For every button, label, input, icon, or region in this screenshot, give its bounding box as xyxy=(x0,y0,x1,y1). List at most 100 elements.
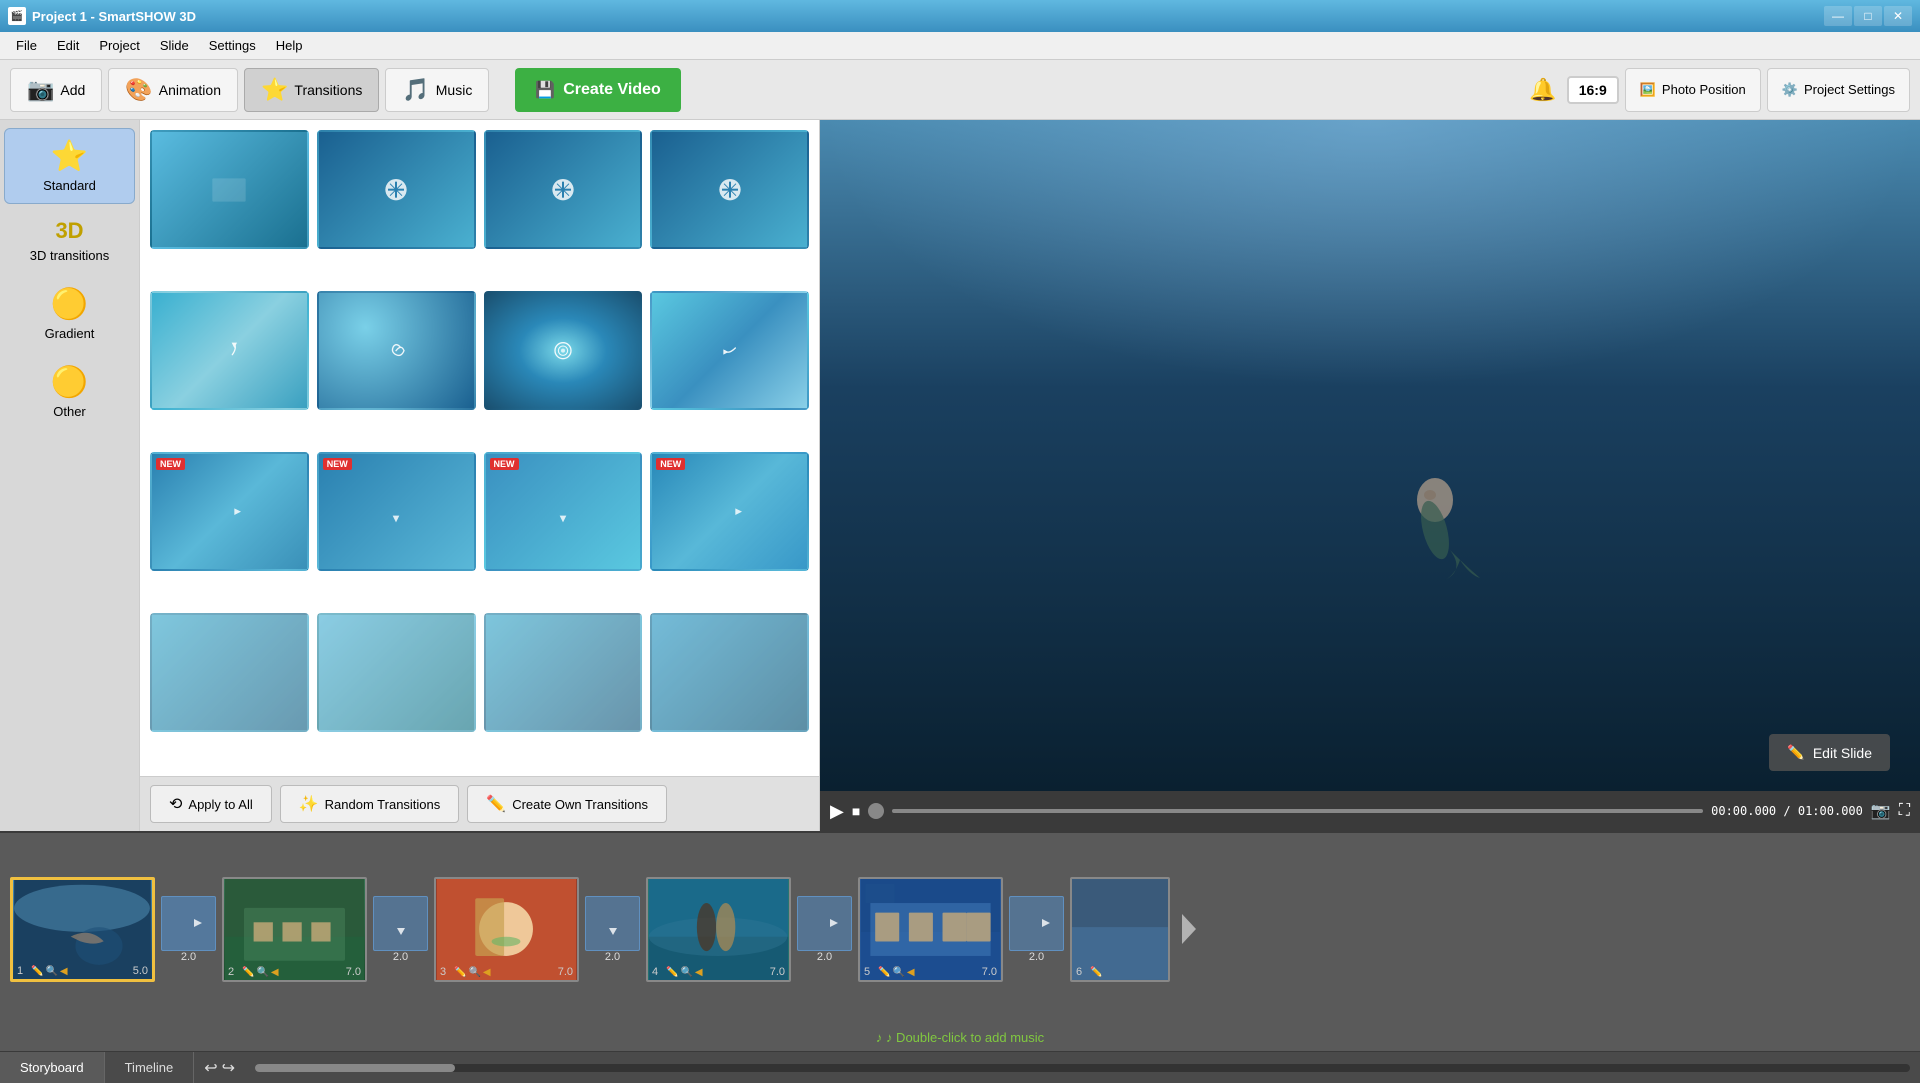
transition-item[interactable] xyxy=(484,291,643,410)
transition-duration: 2.0 xyxy=(817,951,832,963)
slide-thumbnail[interactable]: 4 ✏️ 🔍 ◀ 7.0 xyxy=(646,877,791,982)
edit-slide-button[interactable]: ✏️ Edit Slide xyxy=(1769,734,1890,771)
menu-project[interactable]: Project xyxy=(89,34,149,57)
slide-duration: 5.0 xyxy=(133,965,148,977)
horizontal-scrollbar[interactable] xyxy=(255,1064,1910,1072)
slide-number: 3 xyxy=(440,966,446,978)
close-button[interactable]: ✕ xyxy=(1884,6,1912,26)
notification-bell-icon[interactable]: 🔔 xyxy=(1525,73,1560,107)
slide-icons: ✏️ 🔍 ◀ xyxy=(666,967,703,978)
transition-item[interactable] xyxy=(484,130,643,249)
menu-settings[interactable]: Settings xyxy=(199,34,266,57)
music-label: Music xyxy=(436,82,473,98)
transition-item[interactable]: NEW xyxy=(484,452,643,571)
music-button[interactable]: 🎵 Music xyxy=(385,68,489,112)
new-badge: NEW xyxy=(656,458,685,470)
scroll-thumb[interactable] xyxy=(255,1064,455,1072)
aspect-ratio-button[interactable]: 16:9 xyxy=(1567,76,1619,104)
slide-thumbnail[interactable]: 2 ✏️ 🔍 ◀ 7.0 xyxy=(222,877,367,982)
transition-item[interactable] xyxy=(150,613,309,732)
edit-icon: ✏️ xyxy=(666,967,678,978)
transition-item[interactable] xyxy=(650,130,809,249)
menu-help[interactable]: Help xyxy=(266,34,313,57)
apply-to-all-button[interactable]: ⟲ Apply to All xyxy=(150,785,272,823)
zoom-icon: 🔍 xyxy=(256,967,268,978)
progress-track[interactable] xyxy=(892,809,1703,813)
slide-thumbnail[interactable]: 5 ✏️ 🔍 ◀ 7.0 xyxy=(858,877,1003,982)
play-icon: ◀ xyxy=(483,967,491,978)
fullscreen-button[interactable]: ⛶ xyxy=(1899,802,1910,820)
slide-icons: ✏️ 🔍 ◀ xyxy=(454,967,491,978)
slide-icons: ✏️ xyxy=(1090,967,1102,978)
transition-item[interactable] xyxy=(650,613,809,732)
standard-icon: ⭐ xyxy=(51,139,88,174)
transition-item[interactable]: NEW xyxy=(317,452,476,571)
undo-button[interactable]: ↩ xyxy=(204,1058,217,1078)
zoom-icon: 🔍 xyxy=(45,966,57,977)
slide-item: 4 ✏️ 🔍 ◀ 7.0 xyxy=(646,877,791,982)
transition-item[interactable] xyxy=(150,291,309,410)
left-panel: ⭐ Standard 3D 3D transitions 🟡 Gradient … xyxy=(0,120,820,831)
tab-timeline[interactable]: Timeline xyxy=(105,1052,195,1083)
slide-icons: ✏️ 🔍 ◀ xyxy=(31,966,68,977)
random-transitions-button[interactable]: ✨ Random Transitions xyxy=(280,785,460,823)
category-3d[interactable]: 3D 3D transitions xyxy=(4,208,135,273)
slide-thumbnail[interactable]: 1 ✏️ 🔍 ◀ 5.0 xyxy=(10,877,155,982)
music-note-icon: ♪ xyxy=(876,1030,886,1045)
timeline-label: Timeline xyxy=(125,1060,174,1075)
project-settings-button[interactable]: ⚙️ Project Settings xyxy=(1767,68,1910,112)
stop-button[interactable]: ■ xyxy=(852,803,860,819)
transition-slot[interactable] xyxy=(1009,896,1064,951)
category-other[interactable]: 🟡 Other xyxy=(4,355,135,429)
maximize-button[interactable]: □ xyxy=(1854,6,1882,26)
menu-edit[interactable]: Edit xyxy=(47,34,89,57)
transition-item[interactable] xyxy=(317,613,476,732)
transition-item[interactable] xyxy=(317,130,476,249)
minimize-button[interactable]: — xyxy=(1824,6,1852,26)
transition-duration: 2.0 xyxy=(181,951,196,963)
animation-button[interactable]: 🎨 Animation xyxy=(108,68,238,112)
new-badge: NEW xyxy=(490,458,519,470)
photo-position-button[interactable]: 🖼️ Photo Position xyxy=(1625,68,1761,112)
transition-slot[interactable] xyxy=(161,896,216,951)
create-video-button[interactable]: 💾 Create Video xyxy=(515,68,680,112)
transition-duration: 2.0 xyxy=(393,951,408,963)
screenshot-button[interactable]: 📷 xyxy=(1871,801,1891,821)
scroll-right[interactable] xyxy=(1174,909,1202,949)
transition-item[interactable] xyxy=(317,291,476,410)
transition-item[interactable]: NEW xyxy=(650,452,809,571)
redo-button[interactable]: ↪ xyxy=(222,1058,235,1078)
slide-thumbnail[interactable]: 6 ✏️ xyxy=(1070,877,1170,982)
create-own-transitions-button[interactable]: ✏️ Create Own Transitions xyxy=(467,785,667,823)
transitions-button[interactable]: ⭐ Transitions xyxy=(244,68,379,112)
category-standard[interactable]: ⭐ Standard xyxy=(4,128,135,204)
add-label: Add xyxy=(60,82,85,98)
transition-slot[interactable] xyxy=(373,896,428,951)
transition-slot[interactable] xyxy=(585,896,640,951)
slide-duration: 7.0 xyxy=(770,966,785,978)
tab-storyboard[interactable]: Storyboard xyxy=(0,1052,105,1083)
save-icon: 💾 xyxy=(535,80,555,100)
music-hint[interactable]: ♪ Double-click to add music xyxy=(886,1030,1044,1045)
edit-icon: ✏️ xyxy=(1090,967,1102,978)
add-button[interactable]: 📷 Add xyxy=(10,68,102,112)
slide-duration: 7.0 xyxy=(982,966,997,978)
slide-item: 3 ✏️ 🔍 ◀ 7.0 xyxy=(434,877,579,982)
category-gradient-label: Gradient xyxy=(45,326,95,341)
edit-icon: ✏️ xyxy=(454,967,466,978)
record-button[interactable] xyxy=(868,803,884,819)
slide-thumbnail[interactable]: 3 ✏️ 🔍 ◀ 7.0 xyxy=(434,877,579,982)
transition-item[interactable]: NEW xyxy=(150,452,309,571)
new-badge: NEW xyxy=(323,458,352,470)
transition-slot[interactable] xyxy=(797,896,852,951)
transition-item[interactable] xyxy=(484,613,643,732)
transition-item[interactable] xyxy=(650,291,809,410)
transition-item[interactable] xyxy=(150,130,309,249)
menu-file[interactable]: File xyxy=(6,34,47,57)
zoom-icon: 🔍 xyxy=(468,967,480,978)
time-display: 00:00.000 / 01:00.000 xyxy=(1711,804,1863,818)
category-standard-label: Standard xyxy=(43,178,96,193)
category-gradient[interactable]: 🟡 Gradient xyxy=(4,277,135,351)
menu-slide[interactable]: Slide xyxy=(150,34,199,57)
play-button[interactable]: ▶ xyxy=(830,801,844,822)
